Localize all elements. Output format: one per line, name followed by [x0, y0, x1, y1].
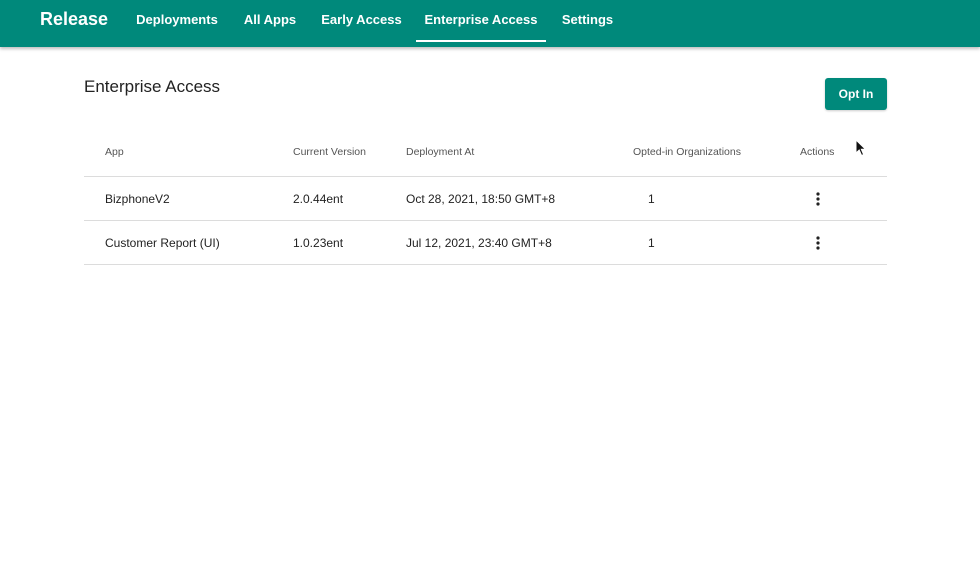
top-app-bar: Release Deployments All Apps Early Acces…: [0, 0, 980, 47]
column-header-deployment-at: Deployment At: [406, 146, 475, 158]
more-vert-icon[interactable]: [810, 221, 826, 264]
brand-title[interactable]: Release: [40, 9, 108, 30]
table-header-row: App Current Version Deployment At Opted-…: [84, 128, 887, 177]
column-header-opted-in-organizations: Opted-in Organizations: [633, 146, 741, 158]
more-vert-icon[interactable]: [810, 177, 826, 220]
deployment-at: Oct 28, 2021, 18:50 GMT+8: [406, 191, 556, 206]
opted-in-organizations-count: 1: [648, 235, 655, 250]
app-name: Customer Report (UI): [105, 235, 220, 250]
app-name: BizphoneV2: [105, 191, 170, 206]
enterprise-apps-table: App Current Version Deployment At Opted-…: [84, 128, 887, 265]
column-header-current-version: Current Version: [293, 146, 366, 158]
opted-in-organizations-count: 1: [648, 191, 655, 206]
nav-tab-enterprise-access[interactable]: Enterprise Access: [416, 0, 546, 42]
column-header-app: App: [105, 146, 124, 158]
deployment-at: Jul 12, 2021, 23:40 GMT+8: [406, 235, 552, 250]
current-version: 1.0.23ent: [293, 235, 344, 250]
table-row[interactable]: BizphoneV2 2.0.44ent Oct 28, 2021, 18:50…: [84, 177, 887, 221]
mouse-pointer-icon: [855, 139, 867, 157]
column-header-actions: Actions: [800, 146, 835, 158]
opt-in-button[interactable]: Opt In: [825, 78, 887, 110]
current-version: 2.0.44ent: [293, 191, 344, 206]
table-row[interactable]: Customer Report (UI) 1.0.23ent Jul 12, 2…: [84, 221, 887, 265]
page-title: Enterprise Access: [84, 77, 221, 96]
nav-tab-all-apps[interactable]: All Apps: [235, 0, 305, 40]
nav-tab-settings[interactable]: Settings: [554, 0, 621, 40]
nav-tab-deployments[interactable]: Deployments: [129, 0, 225, 40]
nav-tab-early-access[interactable]: Early Access: [315, 0, 408, 40]
